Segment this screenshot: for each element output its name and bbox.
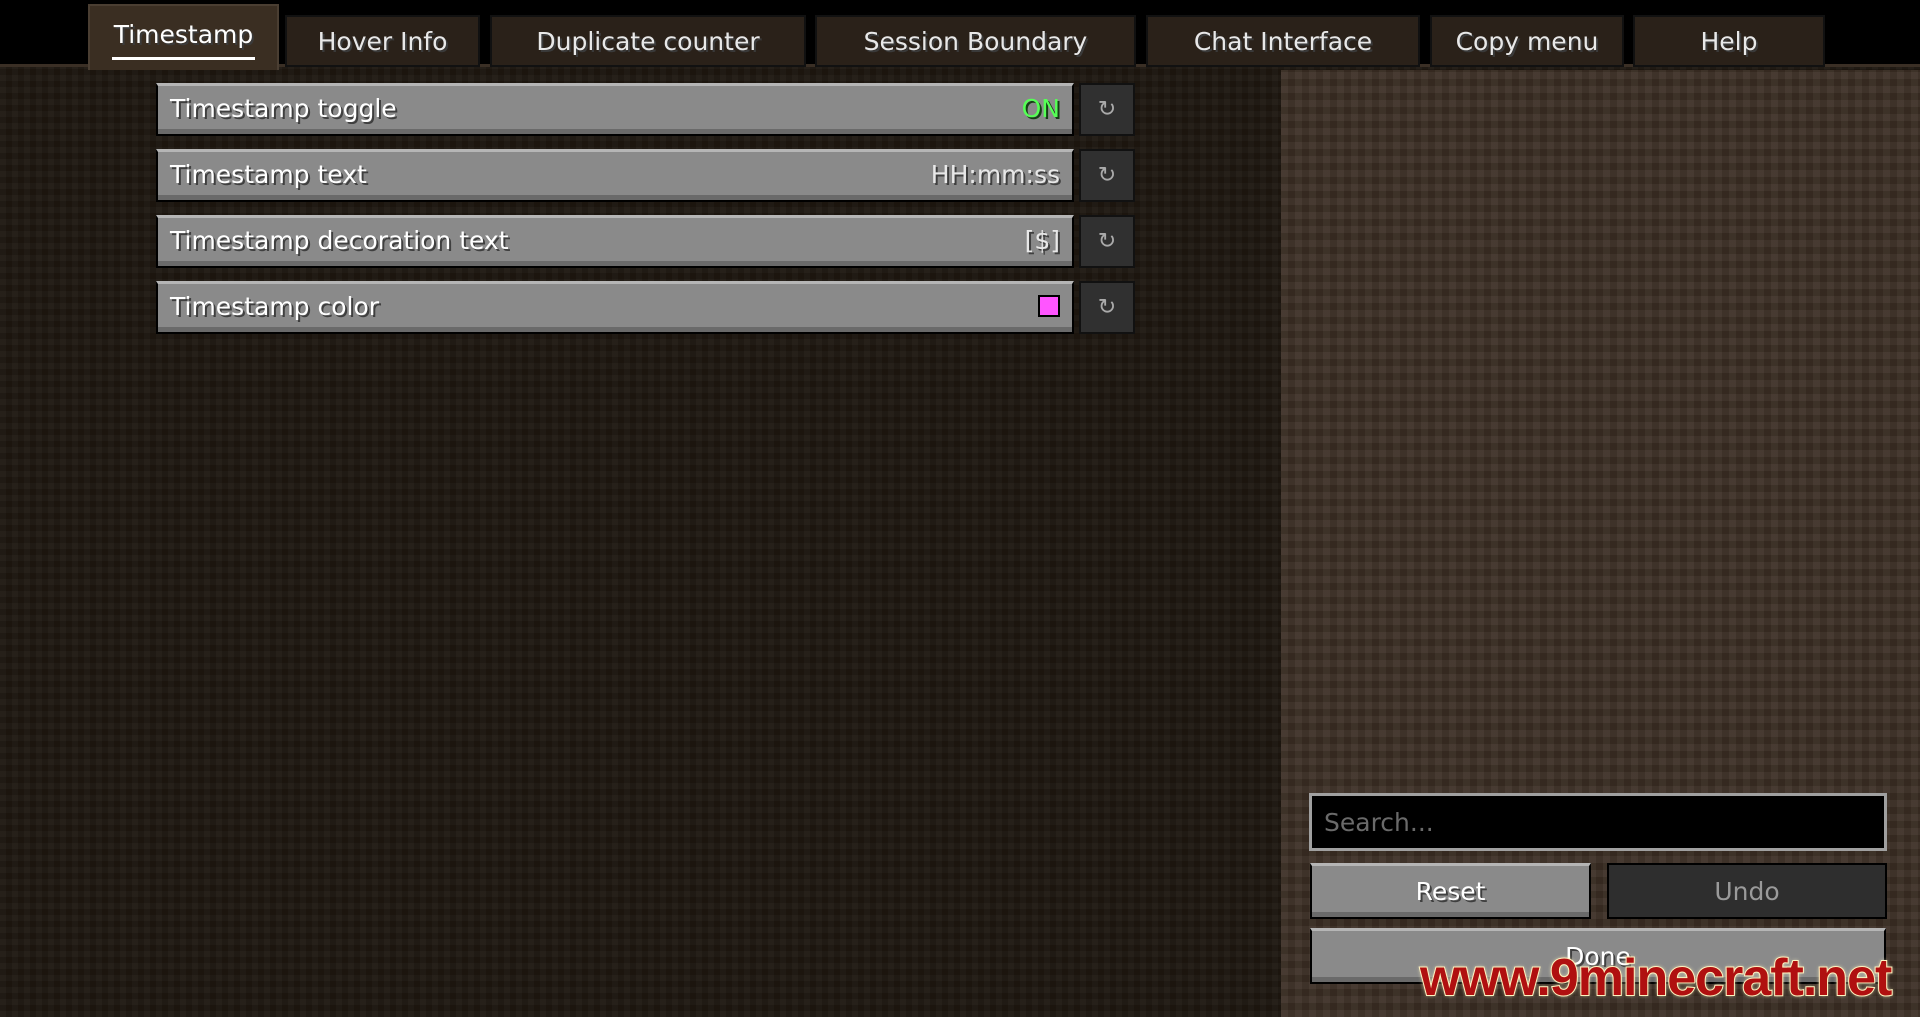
watermark: www.9minecraft.net (1419, 948, 1893, 1008)
option-label: Timestamp decoration text (170, 225, 509, 255)
tab-bar: Timestamp Hover Info Duplicate counter S… (0, 0, 1920, 70)
option-value: ON (1021, 93, 1060, 123)
reset-option-button[interactable]: ↻ (1079, 149, 1135, 202)
color-swatch[interactable] (1038, 295, 1060, 317)
tab-session-boundary[interactable]: Session Boundary (815, 15, 1136, 67)
reset-arrow-icon: ↻ (1097, 97, 1117, 122)
option-value: [$] (1024, 225, 1060, 255)
reset-option-button[interactable]: ↻ (1079, 215, 1135, 268)
option-timestamp-decoration-text[interactable]: Timestamp decoration text [$] (156, 215, 1074, 268)
option-label: Timestamp text (170, 159, 367, 189)
tab-label: Timestamp (113, 20, 254, 49)
reset-arrow-icon: ↻ (1097, 295, 1117, 320)
tab-copy-menu[interactable]: Copy menu (1430, 15, 1624, 67)
search-input[interactable]: Search... (1309, 793, 1887, 851)
tab-hover-info[interactable]: Hover Info (285, 15, 480, 67)
tab-timestamp[interactable]: Timestamp (88, 4, 279, 70)
search-placeholder: Search... (1324, 807, 1434, 837)
reset-button[interactable]: Reset (1310, 863, 1591, 919)
option-timestamp-text[interactable]: Timestamp text HH:mm:ss (156, 149, 1074, 202)
reset-option-button[interactable]: ↻ (1079, 281, 1135, 334)
tab-chat-interface[interactable]: Chat Interface (1146, 15, 1420, 67)
reset-arrow-icon: ↻ (1097, 229, 1117, 254)
option-timestamp-color[interactable]: Timestamp color (156, 281, 1074, 334)
active-tab-underline (112, 57, 255, 60)
option-label: Timestamp color (170, 291, 380, 321)
reset-arrow-icon: ↻ (1097, 163, 1117, 188)
undo-button[interactable]: Undo (1607, 863, 1887, 919)
option-timestamp-toggle[interactable]: Timestamp toggle ON (156, 83, 1074, 136)
option-value: HH:mm:ss (930, 159, 1060, 189)
tab-duplicate-counter[interactable]: Duplicate counter (490, 15, 806, 67)
tab-help[interactable]: Help (1633, 15, 1825, 67)
option-label: Timestamp toggle (170, 93, 397, 123)
reset-option-button[interactable]: ↻ (1079, 83, 1135, 136)
